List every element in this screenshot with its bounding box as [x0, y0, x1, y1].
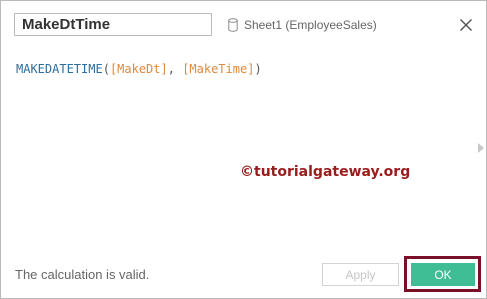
database-icon: [228, 18, 238, 32]
formula-separator: ,: [167, 62, 183, 76]
datasource-name: Sheet1 (EmployeeSales): [244, 18, 377, 32]
ok-button[interactable]: OK: [411, 263, 475, 286]
close-button[interactable]: [456, 15, 476, 35]
close-icon: [460, 19, 472, 31]
formula-field-2: [MakeTime]: [182, 62, 255, 76]
formula-text: MAKEDATETIME([MakeDt], [MakeTime]): [16, 62, 262, 76]
datasource-label: Sheet1 (EmployeeSales): [228, 16, 377, 34]
formula-editor[interactable]: MAKEDATETIME([MakeDt], [MakeTime]): [14, 58, 476, 248]
formula-field-1: [MakeDt]: [109, 62, 168, 76]
formula-open-paren: (: [102, 62, 110, 76]
watermark-text: ©tutorialgateway.org: [240, 164, 411, 180]
calculation-dialog: Sheet1 (EmployeeSales) MAKEDATETIME([Mak…: [0, 0, 487, 299]
validation-status: The calculation is valid.: [15, 267, 150, 282]
expand-panel-arrow-icon[interactable]: [478, 143, 484, 153]
formula-close-paren: ): [254, 62, 262, 76]
calculation-name-input[interactable]: [14, 13, 212, 36]
apply-button[interactable]: Apply: [322, 263, 399, 286]
formula-function: MAKEDATETIME: [16, 62, 103, 76]
